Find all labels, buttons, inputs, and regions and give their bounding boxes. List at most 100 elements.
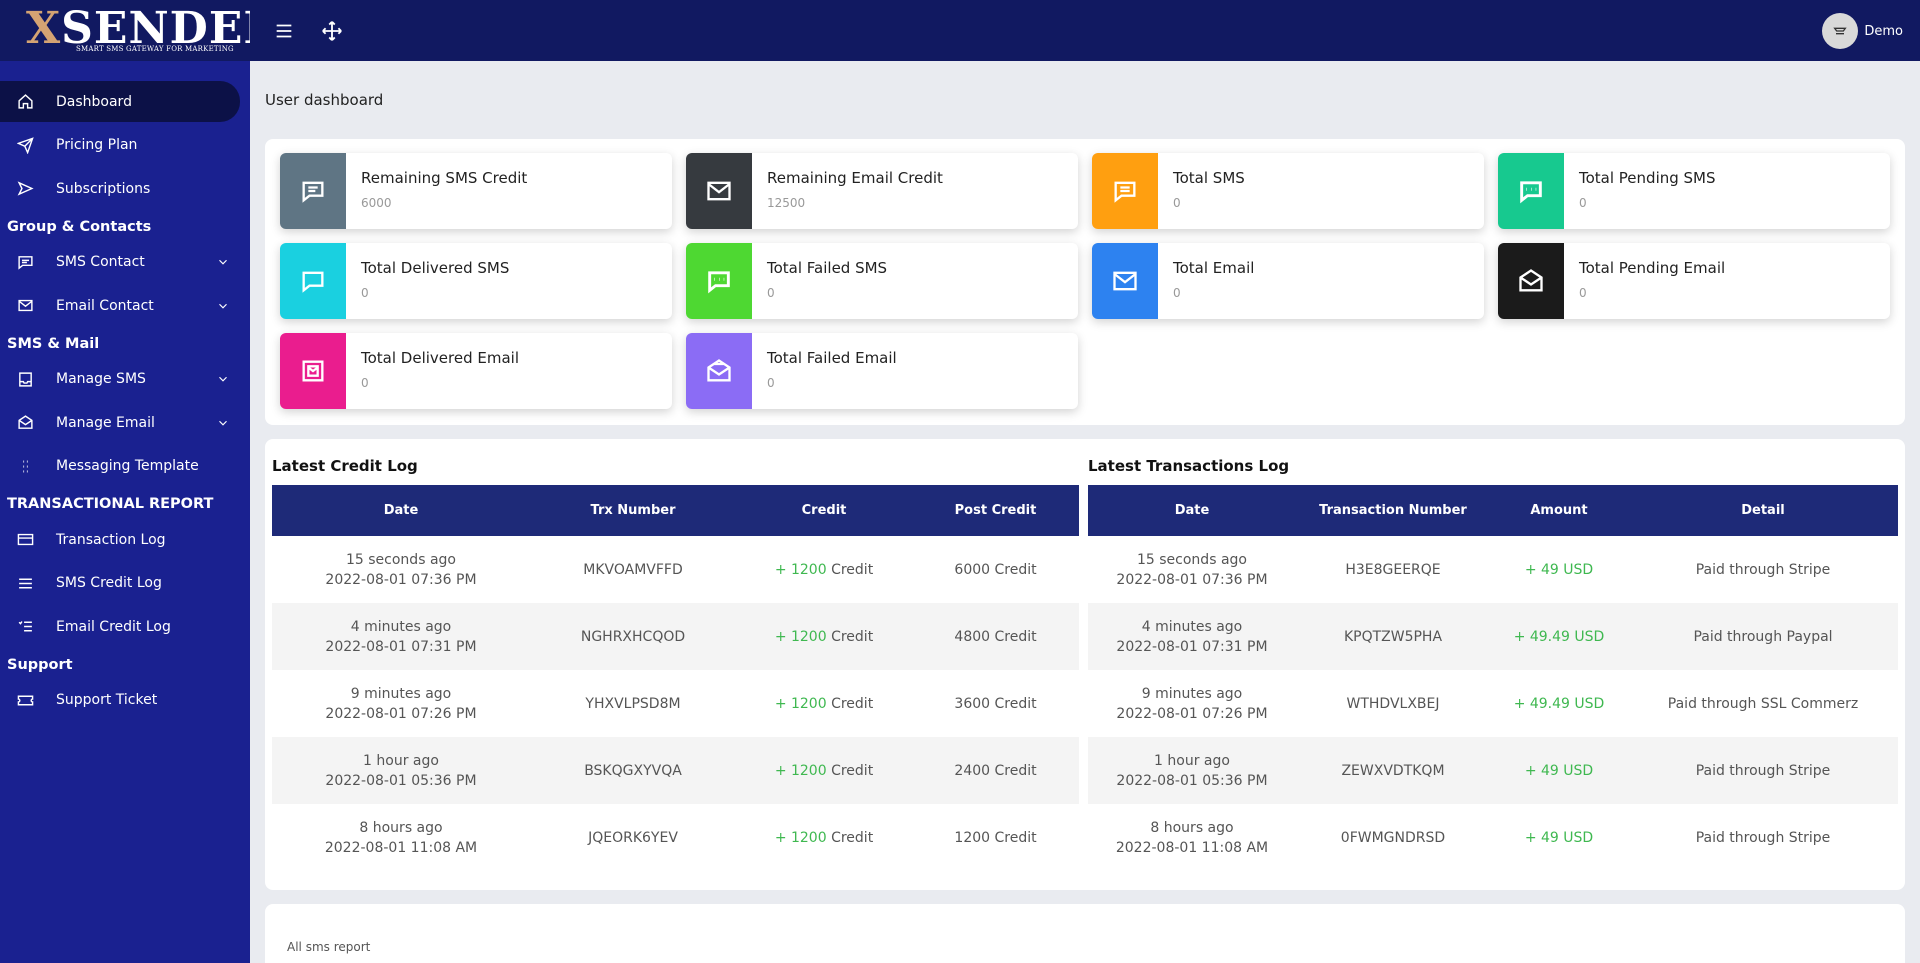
chevron-down-icon (216, 299, 230, 313)
post-credit-cell: 1200 Credit (954, 829, 1037, 846)
trx-number-cell: MKVOAMVFFD (583, 561, 683, 578)
send-icon (16, 136, 34, 154)
transaction-number-cell: ZEWXVDTKQM (1296, 737, 1490, 804)
column-header: Post Credit (912, 485, 1079, 536)
stat-card-value: 0 (1579, 286, 1587, 300)
stat-card-value: 0 (361, 286, 369, 300)
stat-card-total-delivered-email: Total Delivered Email 0 (280, 333, 672, 409)
credit-log-table: Date Trx Number Credit Post Credit 15 se… (272, 485, 1079, 871)
detail-cell: Paid through Stripe (1695, 829, 1831, 846)
date-cell: 15 seconds ago 2022-08-01 07:36 PM (1116, 551, 1268, 588)
table-header-row: Date Transaction Number Amount Detail (1088, 485, 1898, 536)
stat-card-title: Total Failed SMS (767, 259, 888, 277)
credit-cell: + 1200 Credit (774, 561, 874, 578)
stat-card-value: 0 (1173, 196, 1181, 210)
brand-logo[interactable]: XSENDER SMART SMS GATEWAY FOR MARKETING (0, 0, 280, 61)
date-cell: 15 seconds ago 2022-08-01 07:36 PM (325, 551, 477, 588)
date-cell: 9 minutes ago 2022-08-01 07:26 PM (1116, 685, 1268, 722)
stat-card-title: Total Email (1173, 259, 1255, 277)
date-cell: 1 hour ago 2022-08-01 05:36 PM (1088, 737, 1296, 804)
hamburger-icon (276, 24, 292, 37)
inbox-icon (16, 370, 34, 388)
home-icon (16, 93, 34, 111)
mail-icon (686, 153, 752, 229)
transaction-number-cell: KPQTZW5PHA (1296, 603, 1490, 670)
stat-card-value: 6000 (361, 196, 392, 210)
fullscreen-button[interactable] (318, 17, 346, 45)
avatar (1822, 13, 1859, 49)
sidebar-item-manage-sms[interactable]: Manage SMS (0, 359, 250, 400)
column-header: Trx Number (530, 485, 736, 536)
chevron-down-icon (216, 416, 230, 430)
mail-open-icon (686, 333, 752, 409)
table-row: 15 seconds ago 2022-08-01 07:36 PM H3E8GEE… (1088, 536, 1898, 603)
grid-dots-icon (16, 457, 34, 475)
sms-report-panel: All sms report (265, 904, 1905, 963)
stats-panel: Remaining SMS Credit 6000 Remaining Email … (265, 139, 1905, 425)
sidebar-item-support-ticket[interactable]: Support Ticket (0, 680, 250, 721)
sidebar-item-subscriptions[interactable]: Subscriptions (0, 168, 250, 209)
message-icon (280, 153, 346, 229)
detail-cell: Paid through Stripe (1695, 561, 1831, 578)
table-row: 4 minutes ago 2022-08-01 07:31 PM NGHRXHCQ… (272, 603, 1079, 670)
user-menu[interactable]: Demo (1822, 13, 1903, 49)
date-cell: 9 minutes ago 2022-08-01 07:26 PM (325, 685, 477, 722)
sidebar-item-sms-contact[interactable]: SMS Contact (0, 242, 250, 283)
detail-cell: Paid through SSL Commerz (1667, 695, 1859, 712)
detail-cell: Paid through Paypal (1628, 603, 1898, 670)
sidebar-item-email-contact[interactable]: Email Contact (0, 285, 250, 326)
date-cell: 4 minutes ago 2022-08-01 07:31 PM (272, 603, 530, 670)
message-icon (280, 243, 346, 319)
checklist-icon (16, 618, 34, 636)
post-credit-cell: 3600 Credit (954, 695, 1037, 712)
stat-card-value: 0 (1173, 286, 1181, 300)
sidebar-item-email-credit-log[interactable]: Email Credit Log (0, 606, 250, 647)
sidebar-item-messaging-template[interactable]: Messaging Template (0, 446, 250, 487)
trx-number-cell: NGHRXHCQOD (530, 603, 736, 670)
stat-card-total-pending-sms: Total Pending SMS 0 (1498, 153, 1890, 229)
column-header: Amount (1490, 485, 1628, 536)
table-header-row: Date Trx Number Credit Post Credit (272, 485, 1079, 536)
table-row: 8 hours ago 2022-08-01 11:08 AM JQEORK6YEV… (272, 804, 1079, 871)
stat-card-total-email: Total Email 0 (1092, 243, 1484, 319)
sidebar-item-transaction-log[interactable]: Transaction Log (0, 519, 250, 560)
section-heading-sms-mail: SMS & Mail (7, 335, 100, 352)
chevron-down-icon (216, 372, 230, 386)
post-credit-cell: 4800 Credit (912, 603, 1079, 670)
sidebar-item-dashboard[interactable]: Dashboard (0, 81, 240, 122)
credit-cell: + 1200 Credit (736, 737, 912, 804)
user-icon (1833, 27, 1848, 35)
table-row: 1 hour ago 2022-08-01 05:36 PM ZEWXVDTKQM +… (1088, 737, 1898, 804)
sidebar-item-sms-credit-log[interactable]: SMS Credit Log (0, 563, 250, 604)
credit-cell: + 1200 Credit (736, 603, 912, 670)
stat-card-total-failed-sms: Total Failed SMS 0 (686, 243, 1078, 319)
stat-card-total-failed-email: Total Failed Email 0 (686, 333, 1078, 409)
date-cell: 8 hours ago 2022-08-01 11:08 AM (324, 819, 478, 856)
table-row: 1 hour ago 2022-08-01 05:36 PM BSKQGXYVQA +… (272, 737, 1079, 804)
stat-card-value: 0 (767, 376, 775, 390)
page-title: User dashboard (265, 91, 384, 109)
message-lines-icon (1092, 153, 1158, 229)
amount-cell: + 49.49 USD (1513, 695, 1605, 712)
stat-card-value: 0 (767, 286, 775, 300)
credit-cell: + 1200 Credit (774, 829, 874, 846)
sidebar-nav: Dashboard Pricing Plan Subscriptions Gro… (0, 61, 250, 721)
sidebar-item-pricing-plan[interactable]: Pricing Plan (0, 125, 250, 166)
stat-card-value: 0 (361, 376, 369, 390)
sidebar-item-manage-email[interactable]: Manage Email (0, 402, 250, 443)
menu-toggle-button[interactable] (270, 17, 298, 45)
stat-card-title: Total Pending SMS (1579, 169, 1716, 187)
transaction-number-cell: 0FWMGNDRSD (1340, 829, 1446, 846)
amount-cell: + 49 USD (1524, 829, 1594, 846)
post-credit-cell: 2400 Credit (912, 737, 1079, 804)
column-header: Detail (1628, 485, 1898, 536)
mail-open-icon (16, 414, 34, 432)
stat-card-title: Total SMS (1173, 169, 1245, 187)
user-name: Demo (1864, 23, 1903, 39)
mail-icon (1092, 243, 1158, 319)
transaction-number-cell: H3E8GEERQE (1345, 561, 1441, 578)
amount-cell: + 49 USD (1490, 737, 1628, 804)
section-heading-support: Support (7, 656, 73, 673)
trx-number-cell: YHXVLPSD8M (585, 695, 681, 712)
stat-card-value: 0 (1579, 196, 1587, 210)
